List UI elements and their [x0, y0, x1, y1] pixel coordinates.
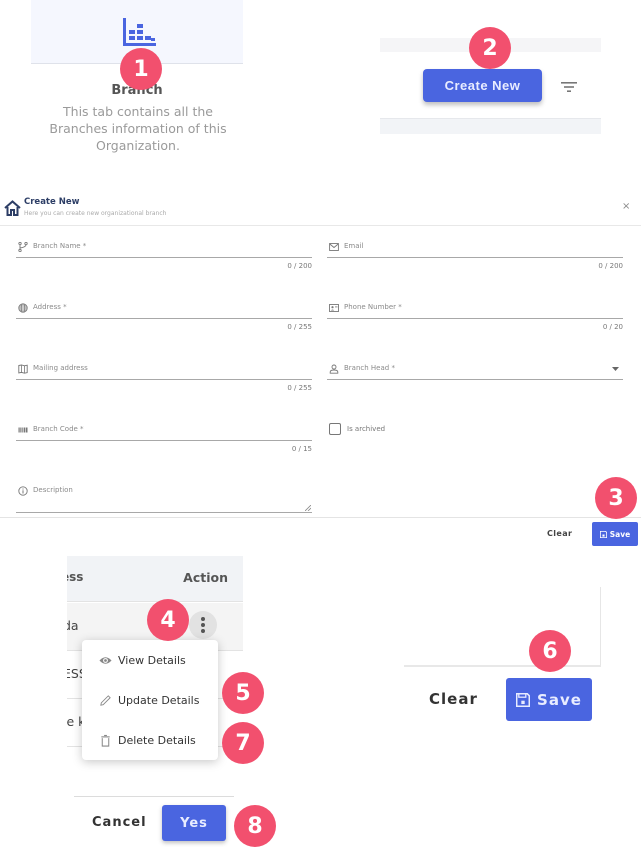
is-archived-checkbox[interactable]: [329, 423, 341, 435]
step-badge-6: 6: [529, 630, 571, 672]
kebab-dot: [201, 617, 205, 621]
bar-chart-icon: [123, 18, 156, 46]
mailing-address-underline: [16, 379, 312, 380]
table-header: ess Action: [67, 556, 243, 602]
menu-item-view-details[interactable]: View Details: [82, 642, 218, 678]
branch-name-underline: [16, 257, 312, 258]
menu-item-label: View Details: [118, 653, 186, 667]
barcode-icon: [18, 427, 28, 433]
branch-name-label: Branch Name *: [33, 242, 87, 250]
mailing-address-counter: 0 / 255: [287, 384, 312, 392]
eye-icon: [99, 656, 112, 664]
branch-head-select[interactable]: Branch Head *: [327, 360, 623, 396]
is-archived-label: Is archived: [347, 425, 386, 433]
phone-number-underline: [327, 318, 623, 319]
email-counter: 0 / 200: [598, 262, 623, 270]
phone-number-field[interactable]: Phone Number * 0 / 20: [327, 299, 623, 335]
phone-number-label: Phone Number *: [344, 303, 402, 311]
update-save-label: Save: [537, 690, 582, 709]
step-badge-7: 7: [222, 722, 264, 764]
step-badge-2: 2: [469, 27, 511, 69]
menu-item-update-details[interactable]: Update Details: [82, 682, 218, 718]
save-button[interactable]: Save: [592, 522, 638, 546]
address-label: Address *: [33, 303, 67, 311]
branch-code-label: Branch Code *: [33, 425, 84, 433]
form-footer-divider: [0, 517, 641, 518]
map-icon: [18, 364, 28, 374]
chevron-down-icon[interactable]: [612, 367, 619, 371]
step-badge-1: 1: [120, 48, 162, 90]
description-underline: [16, 512, 312, 513]
branch-code-counter: 0 / 15: [291, 445, 312, 453]
address-counter: 0 / 255: [287, 323, 312, 331]
branch-code-field[interactable]: Branch Code * 0 / 15: [16, 421, 312, 457]
menu-item-label: Update Details: [118, 693, 200, 707]
yes-button[interactable]: Yes: [162, 805, 226, 841]
mailing-address-label: Mailing address: [33, 364, 88, 372]
branch-head-label: Branch Head *: [344, 364, 395, 372]
row-actions-button[interactable]: [189, 611, 217, 639]
address-underline: [16, 318, 312, 319]
save-icon: [599, 530, 607, 538]
close-icon[interactable]: ×: [622, 201, 630, 212]
filter-icon[interactable]: [560, 80, 578, 94]
resize-handle-icon[interactable]: [305, 505, 311, 511]
step-badge-5: 5: [222, 672, 264, 714]
create-new-button[interactable]: Create New: [423, 69, 542, 102]
column-header-address: ess: [67, 570, 84, 584]
email-underline: [327, 257, 623, 258]
branch-name-field[interactable]: Branch Name * 0 / 200: [16, 238, 312, 274]
phone-number-counter: 0 / 20: [602, 323, 623, 331]
description-textarea[interactable]: Description: [16, 482, 312, 514]
contact-card-icon: [329, 304, 339, 312]
mailing-address-field[interactable]: Mailing address 0 / 255: [16, 360, 312, 396]
step-badge-4: 4: [147, 599, 189, 641]
description-label: Description: [33, 486, 73, 494]
email-label: Email: [344, 242, 364, 250]
branch-icon: [18, 242, 28, 252]
branch-head-underline: [327, 379, 623, 380]
email-field[interactable]: Email 0 / 200: [327, 238, 623, 274]
update-clear-button[interactable]: Clear: [429, 690, 478, 708]
step-badge-8: 8: [234, 805, 276, 847]
save-button-label: Save: [609, 529, 631, 539]
cancel-button[interactable]: Cancel: [92, 815, 147, 830]
trash-icon: [101, 734, 110, 747]
kebab-dot: [201, 629, 205, 633]
step-badge-3: 3: [595, 477, 637, 519]
address-field[interactable]: Address * 0 / 255: [16, 299, 312, 335]
form-subtitle: Here you can create new organizational b…: [24, 210, 167, 217]
save-icon: [516, 692, 531, 707]
row-action-menu: View Details Update Details Delete Detai…: [82, 640, 218, 760]
person-icon: [329, 364, 339, 374]
column-header-action: Action: [183, 570, 228, 585]
home-icon: [4, 200, 21, 216]
menu-item-delete-details[interactable]: Delete Details: [82, 722, 218, 758]
toolbar-bottom-strip: [380, 118, 601, 134]
form-title: Create New: [24, 197, 80, 207]
cell-address: da: [67, 618, 79, 633]
kebab-dot: [201, 623, 205, 627]
pencil-icon: [100, 694, 111, 706]
globe-icon: [18, 303, 28, 313]
mail-icon: [329, 243, 339, 251]
update-save-button[interactable]: Save: [506, 678, 592, 721]
update-form-panel: [404, 587, 601, 667]
confirm-divider: [74, 796, 234, 797]
menu-item-label: Delete Details: [118, 733, 196, 747]
info-icon: [18, 486, 28, 496]
branch-tab-description: This tab contains all the Branches infor…: [49, 104, 227, 153]
branch-name-counter: 0 / 200: [287, 262, 312, 270]
branch-code-underline: [16, 440, 312, 441]
clear-button[interactable]: Clear: [547, 529, 572, 538]
